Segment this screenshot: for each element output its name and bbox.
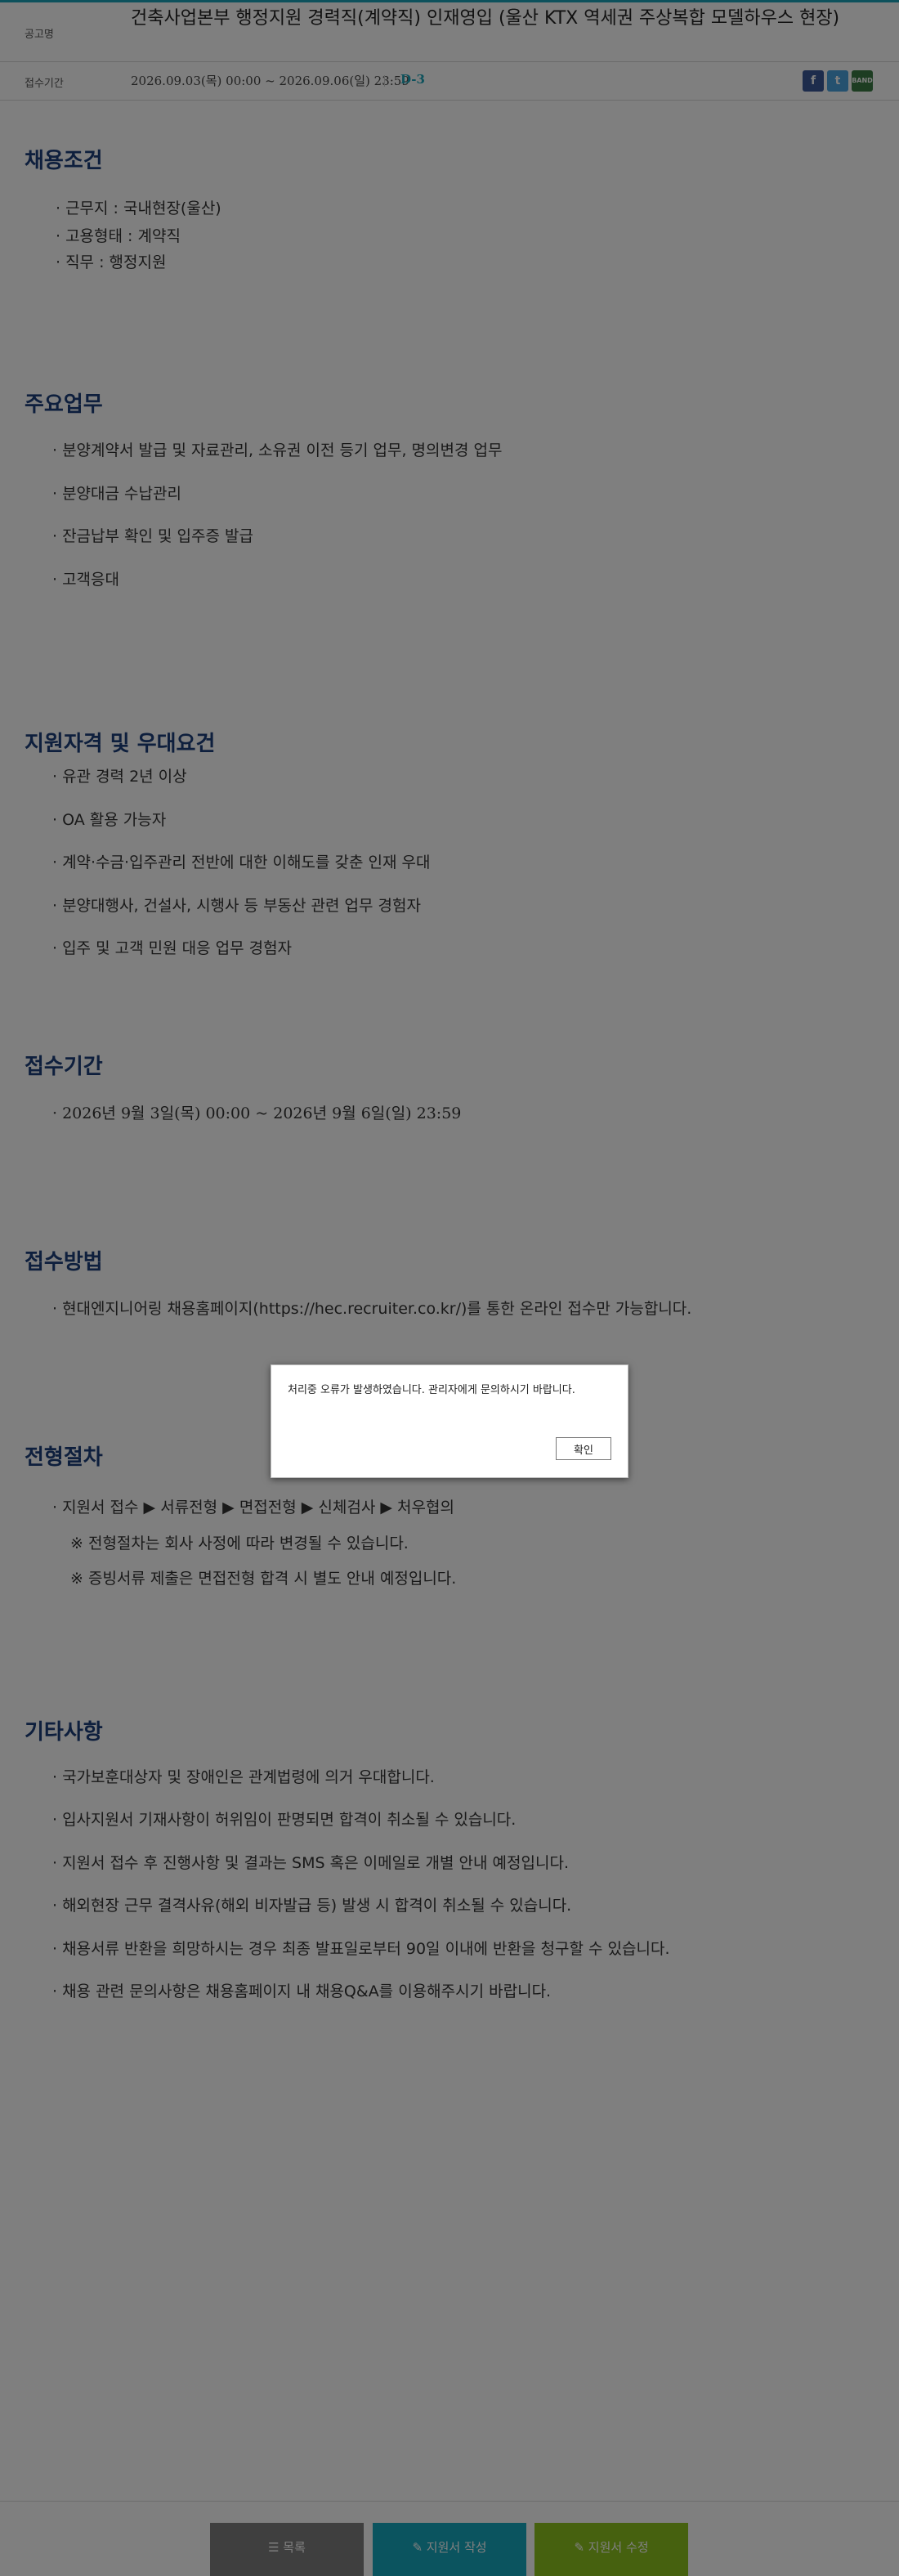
- error-dialog: 처리중 오류가 발생하였습니다. 관리자에게 문의하시기 바랍니다. 확인: [271, 1364, 628, 1478]
- modal-overlay: [0, 0, 899, 2576]
- dialog-message: 처리중 오류가 발생하였습니다. 관리자에게 문의하시기 바랍니다.: [288, 1384, 575, 1396]
- confirm-button[interactable]: 확인: [556, 1437, 611, 1460]
